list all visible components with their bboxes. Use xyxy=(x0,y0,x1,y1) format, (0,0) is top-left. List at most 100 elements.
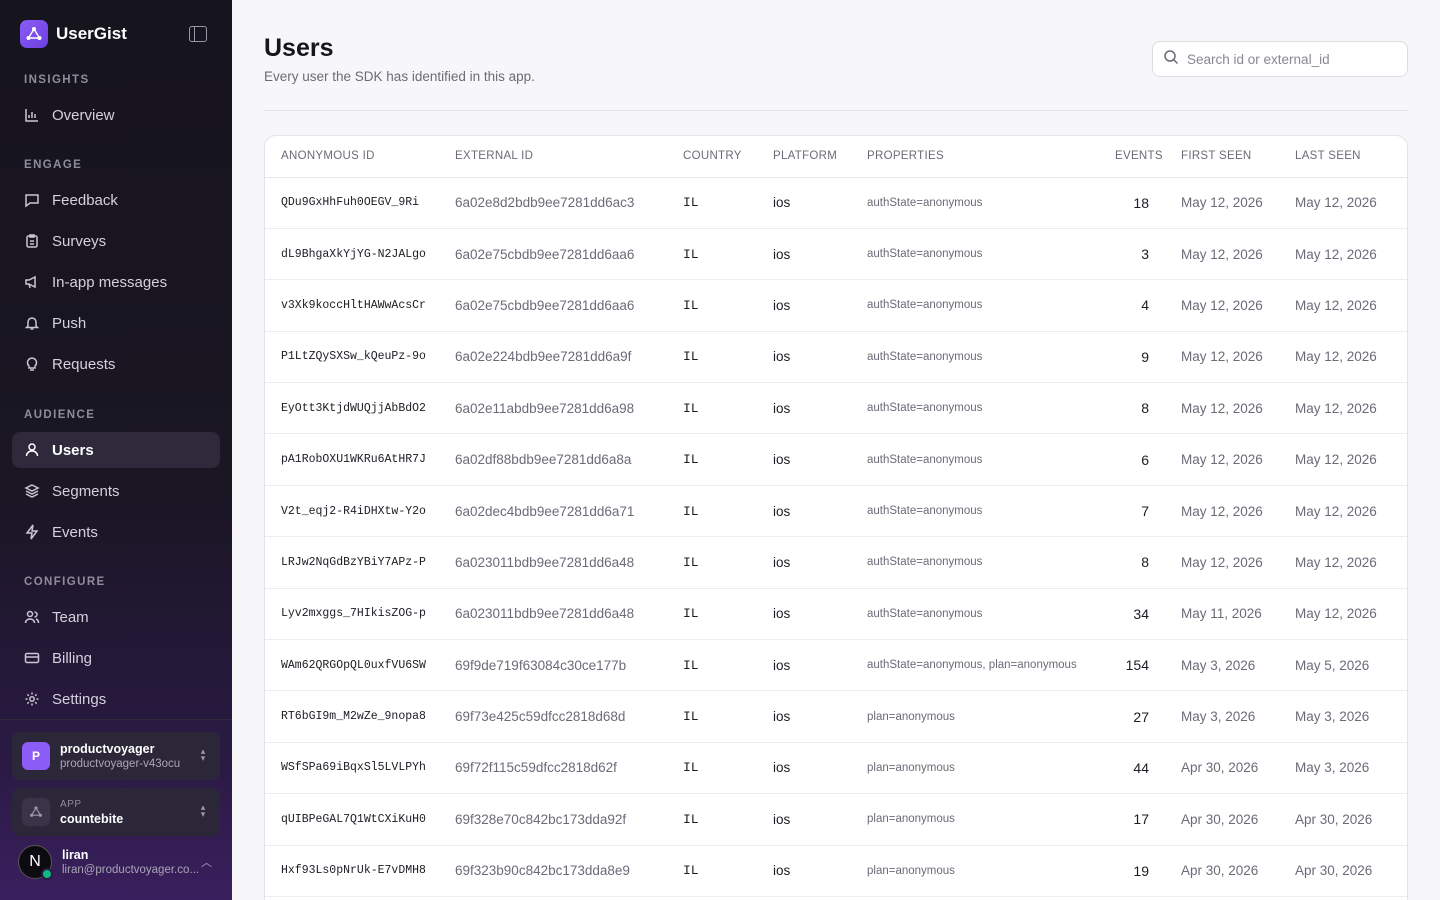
app-switcher[interactable]: APP countebite ▴ ▾ xyxy=(12,788,220,836)
anonymous-id-cell: Lyv2mxggs_7HIkisZOG-p xyxy=(265,588,439,641)
table-row[interactable]: V2t_eqj2-R4iDHXtw-Y2o 6a02dec4bdb9ee7281d… xyxy=(265,485,1407,538)
workspace-switcher[interactable]: P productvoyager productvoyager-v43ocu ▴… xyxy=(12,732,220,780)
events-count-cell: 9 xyxy=(1099,331,1165,384)
search-input[interactable] xyxy=(1187,51,1387,67)
column-header-platform[interactable]: PLATFORM xyxy=(757,136,851,178)
table-row[interactable]: QDu9GxHhFuh0OEGV_9Ri 6a02e8d2bdb9ee7281dd… xyxy=(265,177,1407,229)
brand[interactable]: UserGist xyxy=(20,20,127,48)
table-row[interactable]: LRJw2NqGdBzYBiY7APz-P 6a023011bdb9ee7281d… xyxy=(265,536,1407,589)
external-id-cell: 6a02e8d2bdb9ee7281dd6ac3 xyxy=(439,177,667,229)
events-count-cell: 8 xyxy=(1099,382,1165,435)
country-cell: IL xyxy=(667,536,757,589)
anonymous-id-cell: QDu9GxHhFuh0OEGV_9Ri xyxy=(265,177,439,229)
column-header-properties[interactable]: PROPERTIES xyxy=(851,136,1099,178)
table-row[interactable]: dL9BhgaXkYjYG-N2JALgo 6a02e75cbdb9ee7281d… xyxy=(265,228,1407,281)
external-id-cell: 69f323b90c842bc173dda8e9 xyxy=(439,845,667,897)
table-row[interactable]: v3Xk9koccHltHAWwAcsCr 6a02e75cbdb9ee7281d… xyxy=(265,279,1407,332)
platform-cell: ios xyxy=(757,845,851,897)
bar-chart-icon xyxy=(24,107,40,123)
events-count-cell: 19 xyxy=(1099,845,1165,897)
chevron-up-down-icon: ▴ ▾ xyxy=(200,746,206,763)
first-seen-cell: May 12, 2026 xyxy=(1165,279,1279,332)
platform-cell: ios xyxy=(757,536,851,589)
sidebar-item-label: Feedback xyxy=(52,191,118,209)
users-icon xyxy=(24,609,40,625)
table-row[interactable]: EyOtt3KtjdWUQjjAbBdO2 6a02e11abdb9ee7281d… xyxy=(265,382,1407,435)
anonymous-id-cell: V2t_eqj2-R4iDHXtw-Y2o xyxy=(265,485,439,538)
events-count-cell: 27 xyxy=(1099,690,1165,743)
first-seen-cell: May 12, 2026 xyxy=(1165,433,1279,486)
table-row[interactable]: P1LtZQySXSw_kQeuPz-9o 6a02e224bdb9ee7281d… xyxy=(265,331,1407,384)
online-status-dot xyxy=(41,868,53,880)
platform-cell: ios xyxy=(757,485,851,538)
external-id-cell: 6a02e224bdb9ee7281dd6a9f xyxy=(439,331,667,384)
properties-cell: authState=anonymous xyxy=(851,536,1099,589)
table-row[interactable]: WSfSPa69iBqxSl5LVLPYh 69f72f115c59dfcc281… xyxy=(265,742,1407,795)
country-cell: IL xyxy=(667,382,757,435)
anonymous-id-cell: P1LtZQySXSw_kQeuPz-9o xyxy=(265,331,439,384)
column-header-last-seen[interactable]: LAST SEEN xyxy=(1279,136,1407,178)
sidebar-item-surveys[interactable]: Surveys xyxy=(12,223,220,259)
last-seen-cell: Apr 30, 2026 xyxy=(1279,845,1407,897)
sidebar-item-label: Events xyxy=(52,523,98,541)
anonymous-id-cell: v3Xk9koccHltHAWwAcsCr xyxy=(265,279,439,332)
sidebar-item-label: Push xyxy=(52,314,87,332)
last-seen-cell: May 12, 2026 xyxy=(1279,485,1407,538)
table-row[interactable]: WAm62QRGOpQL0uxfVU6SW 69f9de719f63084c30c… xyxy=(265,639,1407,692)
sidebar-item-overview[interactable]: Overview xyxy=(12,97,220,133)
sidebar-item-billing[interactable]: Billing xyxy=(12,640,220,676)
column-header-events[interactable]: EVENTS xyxy=(1099,136,1165,178)
column-header-anonymous-id[interactable]: ANONYMOUS ID xyxy=(265,136,439,178)
column-header-external-id[interactable]: EXTERNAL ID xyxy=(439,136,667,178)
section-label-engage: ENGAGE xyxy=(24,159,83,171)
sidebar-item-label: In-app messages xyxy=(52,273,168,291)
column-header-first-seen[interactable]: FIRST SEEN xyxy=(1165,136,1279,178)
sidebar-item-team[interactable]: Team xyxy=(12,599,220,635)
sidebar-item-in-app-messages[interactable]: In-app messages xyxy=(12,264,220,300)
platform-cell: ios xyxy=(757,331,851,384)
user-menu[interactable]: N liran liran@productvoyager.co... ︿ xyxy=(18,842,218,882)
last-seen-cell: May 12, 2026 xyxy=(1279,433,1407,486)
app-name: countebite xyxy=(60,811,124,826)
events-count-cell: 6 xyxy=(1099,433,1165,486)
sidebar-item-push[interactable]: Push xyxy=(12,305,220,341)
sidebar-item-users[interactable]: Users xyxy=(12,432,220,468)
platform-cell: ios xyxy=(757,690,851,743)
page-subtitle: Every user the SDK has identified in thi… xyxy=(264,69,535,84)
country-cell: IL xyxy=(667,485,757,538)
first-seen-cell: May 12, 2026 xyxy=(1165,536,1279,589)
table-row[interactable]: pA1RobOXU1WKRu6AtHR7J 6a02df88bdb9ee7281d… xyxy=(265,433,1407,486)
last-seen-cell: Apr 30, 2026 xyxy=(1279,793,1407,846)
sidebar-item-label: Billing xyxy=(52,649,93,667)
anonymous-id-cell: WSfSPa69iBqxSl5LVLPYh xyxy=(265,742,439,795)
table-row[interactable]: qUIBPeGAL7Q1WtCXiKuH0 69f328e70c842bc173d… xyxy=(265,793,1407,846)
sidebar-item-events[interactable]: Events xyxy=(12,514,220,550)
table-row[interactable]: Hxf93Ls0pNrUk-E7vDMH8 69f323b90c842bc173d… xyxy=(265,845,1407,897)
country-cell: IL xyxy=(667,845,757,897)
table-row[interactable]: RT6bGI9m_M2wZe_9nopa8 69f73e425c59dfcc281… xyxy=(265,690,1407,743)
country-cell: IL xyxy=(667,433,757,486)
collapse-sidebar-icon[interactable] xyxy=(189,26,207,42)
properties-cell: authState=anonymous xyxy=(851,177,1099,229)
last-seen-cell: May 3, 2026 xyxy=(1279,742,1407,795)
sidebar-item-label: Users xyxy=(52,441,94,459)
country-cell: IL xyxy=(667,228,757,281)
sidebar-item-label: Settings xyxy=(52,690,107,708)
sidebar-item-segments[interactable]: Segments xyxy=(12,473,220,509)
first-seen-cell: Apr 30, 2026 xyxy=(1165,793,1279,846)
events-count-cell: 34 xyxy=(1099,588,1165,641)
sidebar-item-feedback[interactable]: Feedback xyxy=(12,182,220,218)
external-id-cell: 6a023011bdb9ee7281dd6a48 xyxy=(439,536,667,589)
anonymous-id-cell: qUIBPeGAL7Q1WtCXiKuH0 xyxy=(265,793,439,846)
sidebar-item-label: Requests xyxy=(52,355,116,373)
external-id-cell: 69f9de719f63084c30ce177b xyxy=(439,639,667,692)
sidebar-item-requests[interactable]: Requests xyxy=(12,346,220,382)
properties-cell: plan=anonymous xyxy=(851,742,1099,795)
events-count-cell: 8 xyxy=(1099,536,1165,589)
table-row[interactable]: Lyv2mxggs_7HIkisZOG-p 6a023011bdb9ee7281d… xyxy=(265,588,1407,641)
search-box[interactable] xyxy=(1152,41,1408,77)
section-label-insights: INSIGHTS xyxy=(24,74,90,86)
sidebar-item-settings[interactable]: Settings xyxy=(12,681,220,717)
column-header-country[interactable]: COUNTRY xyxy=(667,136,757,178)
properties-cell: authState=anonymous xyxy=(851,433,1099,486)
